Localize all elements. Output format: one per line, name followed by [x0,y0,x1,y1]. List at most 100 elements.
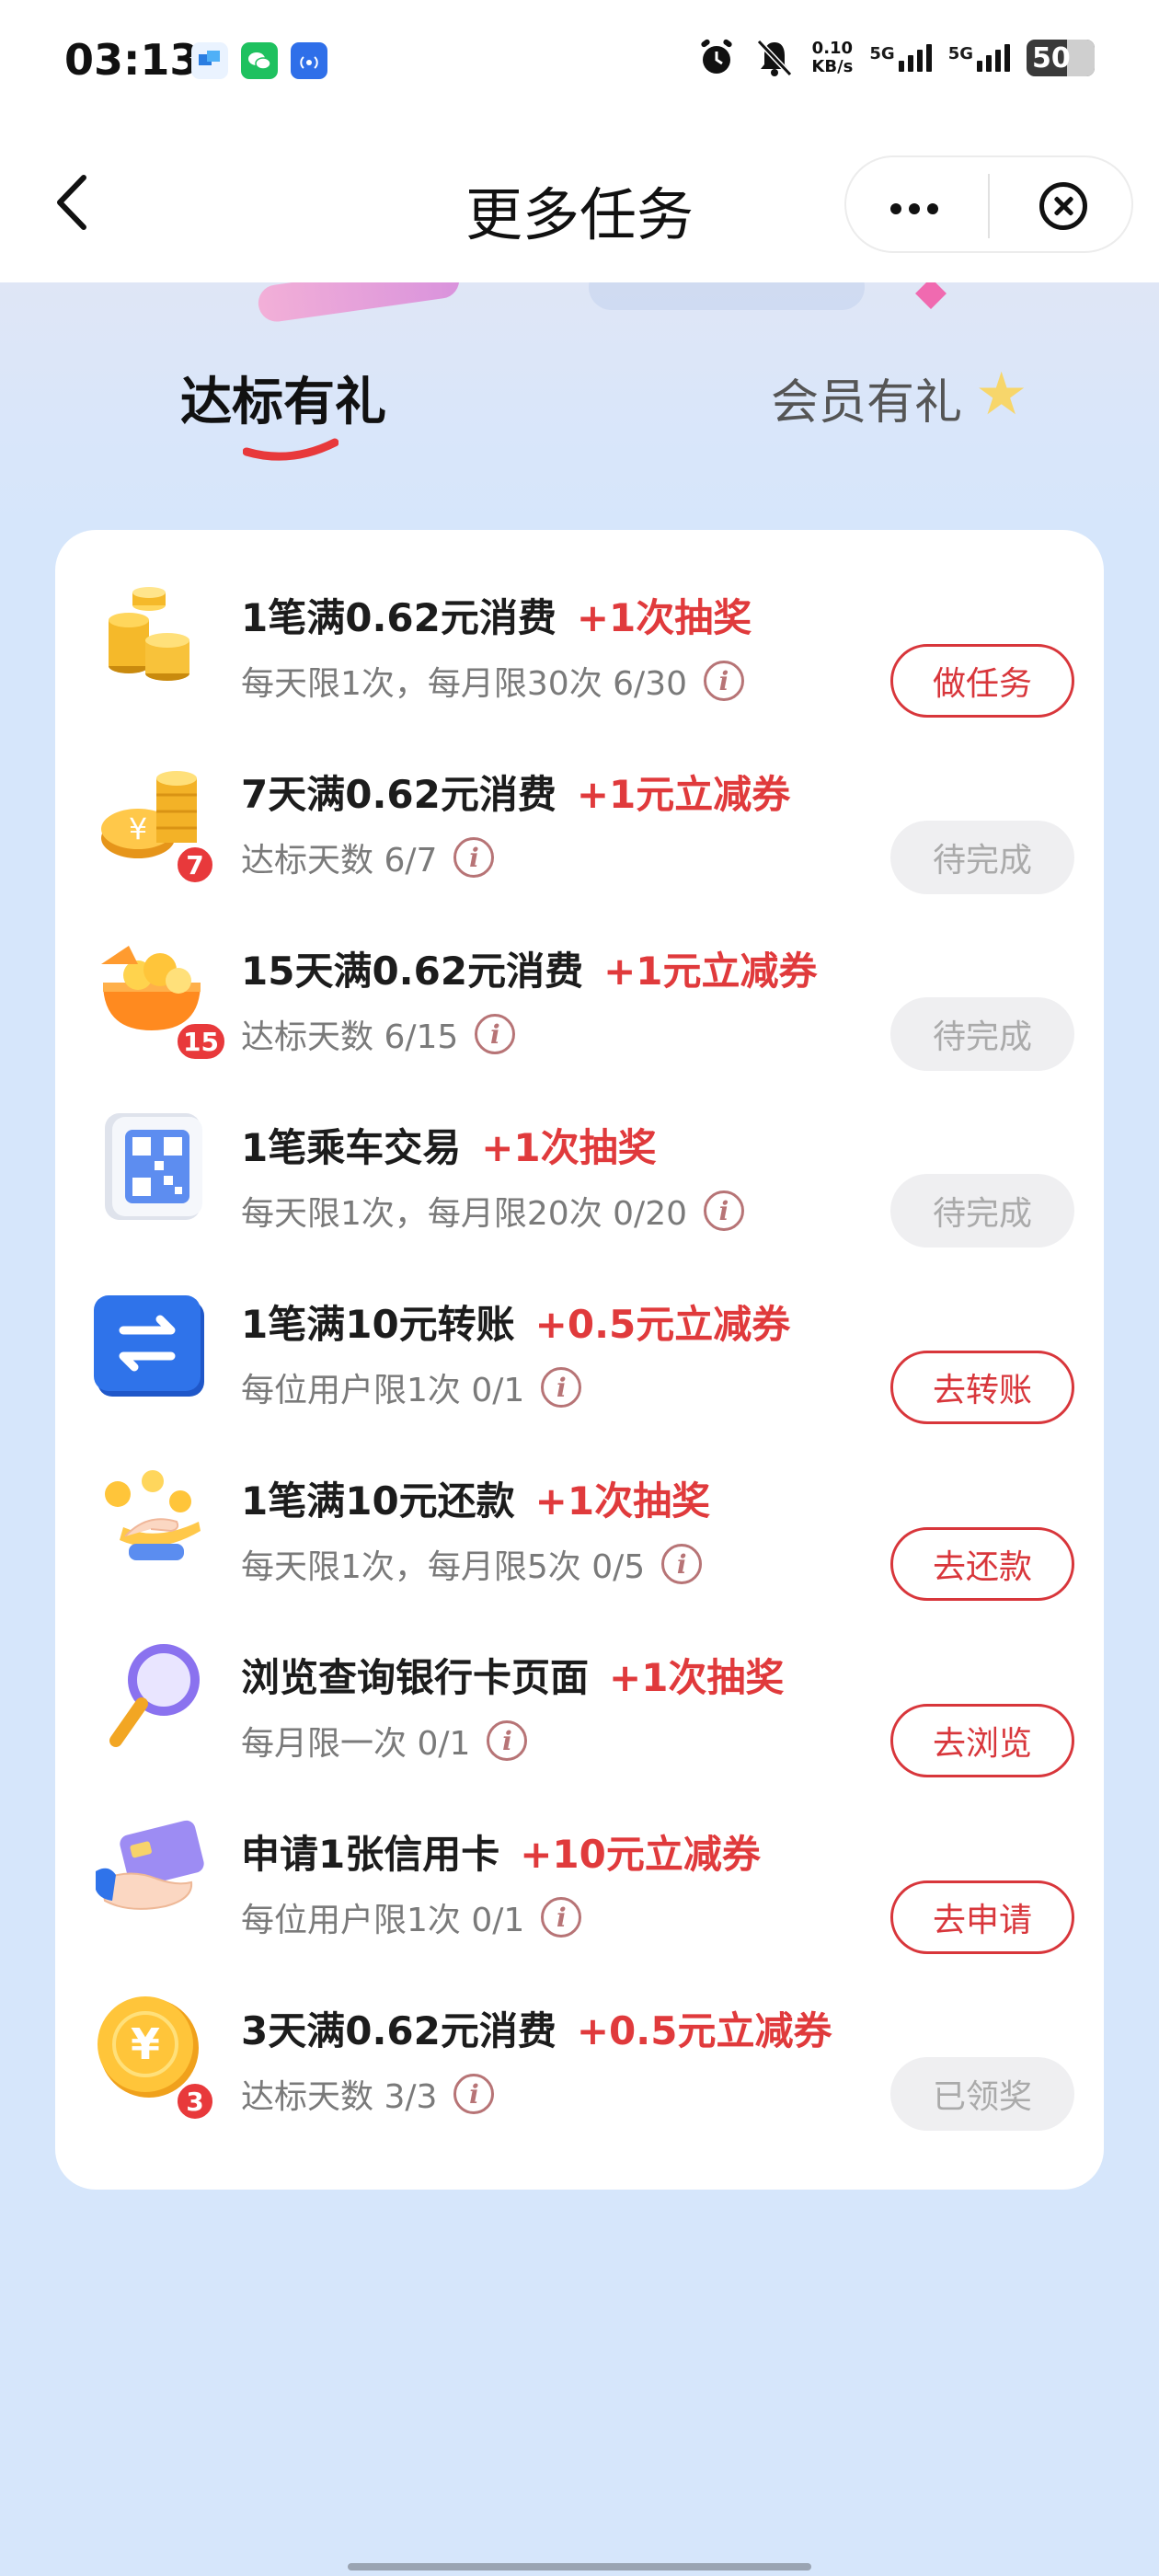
task-title-text: 1笔满10元还款 [241,1478,515,1524]
task-progress-text: 每位用户限1次 0/1 [241,1372,525,1409]
decor-ribbon [256,282,462,325]
task-title: 1笔满0.62元消费 +1次抽奖 [241,587,752,643]
status-bar: 03:13 0.10 KB/s 5G 5G 50 [0,0,1159,124]
tab-reach-goal[interactable]: 达标有礼 [180,361,386,435]
info-icon[interactable]: i [453,837,495,878]
tab-member-gift[interactable]: 会员有礼 [771,363,962,432]
capsule-divider [988,174,990,238]
task-progress: 每位用户限1次 0/1 i [241,1893,582,1941]
more-dot-icon [927,203,938,214]
nav-bar: 更多任务 [0,124,1159,282]
svg-text:¥: ¥ [131,2019,160,2069]
qr-code-icon [105,1113,202,1220]
task-title: 7天满0.62元消费 +1元立减券 [241,764,790,820]
task-title: 15天满0.62元消费 +1元立减券 [241,940,818,996]
task-title-text: 1笔满0.62元消费 [241,595,557,640]
close-button[interactable] [1039,182,1087,230]
task-title-text: 1笔满10元转账 [241,1302,515,1347]
more-button[interactable] [890,203,938,214]
network-speed-value: 0.10 [811,39,854,58]
info-icon[interactable]: i [661,1544,703,1584]
task-title-text: 1笔乘车交易 [241,1125,462,1170]
task-title: 1笔满10元转账 +0.5元立减券 [241,1294,790,1350]
task-progress-text: 每天限1次，每月限5次 0/5 [241,1548,646,1586]
task-progress-text: 达标天数 6/7 [241,842,438,880]
claimed-button: 已领奖 [890,2057,1074,2131]
count-badge: 3 [175,2081,215,2122]
task-progress-text: 达标天数 3/3 [241,2078,438,2116]
task-progress-text: 每天限1次，每月限30次 6/30 [241,665,687,703]
battery-level: 50 [1032,41,1071,75]
task-row: 1笔满10元转账 +0.5元立减券 每位用户限1次 0/1 i 去转账 [55,1236,1104,1424]
task-progress: 每天限1次，每月限20次 0/20 i [241,1187,744,1235]
count-badge: 7 [175,845,215,885]
info-icon[interactable]: i [475,1014,516,1054]
task-title-text: 申请1张信用卡 [241,1832,500,1877]
info-icon[interactable]: i [541,1367,582,1408]
magnifier-icon [109,1644,200,1747]
task-title-text: 3天满0.62元消费 [241,2008,557,2053]
task-title-text: 浏览查询银行卡页面 [241,1655,590,1700]
decor-cloud [589,282,865,310]
task-progress-text: 每天限1次，每月限20次 0/20 [241,1195,687,1233]
task-title-text: 7天满0.62元消费 [241,772,557,817]
hand-coins-icon [105,1470,201,1560]
network-speed-unit: KB/s [811,57,854,76]
task-reward: +10元立减券 [520,1832,761,1877]
sim2-label: 5G [947,44,973,63]
task-row: 1笔满0.62元消费 +1次抽奖 每天限1次，每月限30次 6/30 i 做任务 [55,530,1104,718]
status-right: 0.10 KB/s 5G 5G 50 [695,37,1095,79]
info-icon[interactable]: i [453,2074,495,2114]
task-progress: 每月限一次 0/1 i [241,1717,528,1765]
task-reward: +1次抽奖 [609,1655,785,1700]
info-icon[interactable]: i [487,1720,528,1761]
more-dot-icon [890,203,901,214]
task-reward: +1次抽奖 [576,595,752,640]
task-progress: 每天限1次，每月限5次 0/5 i [241,1540,703,1588]
task-row: 1笔满10元还款 +1次抽奖 每天限1次，每月限5次 0/5 i 去还款 [55,1413,1104,1601]
signal-sim2: 5G [948,44,1010,72]
task-title: 3天满0.62元消费 +0.5元立减券 [241,2000,832,2056]
task-progress-text: 每位用户限1次 0/1 [241,1902,525,1939]
task-title: 1笔满10元还款 +1次抽奖 [241,1470,710,1526]
task-row: 15 15天满0.62元消费 +1元立减券 达标天数 6/15 i 待完成 [55,883,1104,1071]
count-badge: 15 [175,1021,227,1062]
task-title: 浏览查询银行卡页面 +1次抽奖 [241,1647,784,1703]
nfc-app-icon [291,42,327,79]
task-progress: 达标天数 6/7 i [241,834,495,881]
tab-active-indicator [243,438,339,461]
task-reward: +0.5元立减券 [576,2008,832,2053]
status-app-icons [191,42,327,79]
alarm-icon [701,39,733,74]
svg-text:¥: ¥ [129,811,147,846]
more-dot-icon [909,203,920,214]
task-progress: 每天限1次，每月限30次 6/30 i [241,657,744,705]
info-icon[interactable]: i [541,1897,582,1938]
credit-card-icon [96,1820,204,1910]
task-reward: +1次抽奖 [481,1125,657,1170]
task-progress-text: 达标天数 6/15 [241,1018,459,1056]
mute-bell-icon [757,39,793,77]
task-progress: 达标天数 3/3 i [241,2070,495,2118]
task-progress: 每位用户限1次 0/1 i [241,1363,582,1411]
task-row: ¥ 7 7天满0.62元消费 +1元立减券 达标天数 6/7 i 待完成 [55,707,1104,894]
task-reward: +0.5元立减券 [534,1302,791,1347]
info-icon[interactable]: i [704,661,744,701]
transfer-icon [94,1295,204,1397]
star-icon: ★ [975,361,1028,429]
info-icon[interactable]: i [704,1190,744,1231]
home-indicator[interactable] [348,2563,811,2570]
signal-sim1: 5G [869,44,932,72]
battery-icon: 50 [1027,40,1095,76]
task-list-card: 1笔满0.62元消费 +1次抽奖 每天限1次，每月限30次 6/30 i 做任务 ¥… [55,530,1104,2190]
wechat-icon [241,42,278,79]
gold-coins-icon [109,587,189,681]
task-progress: 达标天数 6/15 i [241,1010,516,1058]
task-title: 1笔乘车交易 +1次抽奖 [241,1117,657,1173]
task-title: 申请1张信用卡 +10元立减券 [241,1823,761,1880]
task-row: ¥ 3 3天满0.62元消费 +0.5元立减券 达标天数 3/3 i 已领奖 [55,1943,1104,2131]
status-time: 03:13 [64,35,200,85]
mini-program-capsule [844,155,1133,253]
task-reward: +1次抽奖 [534,1478,711,1524]
task-row: 浏览查询银行卡页面 +1次抽奖 每月限一次 0/1 i 去浏览 [55,1590,1104,1777]
